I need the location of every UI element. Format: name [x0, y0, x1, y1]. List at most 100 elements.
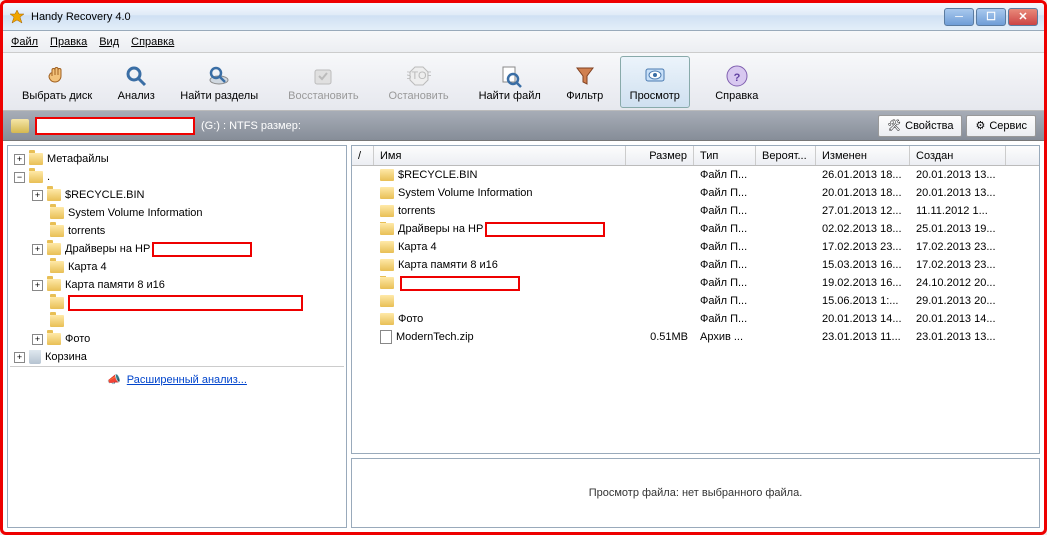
cell-created: 20.01.2013 14... [910, 313, 1006, 325]
col-slash[interactable]: / [352, 146, 374, 165]
file-list[interactable]: / Имя Размер Тип Вероят... Изменен Созда… [351, 145, 1040, 454]
tree-item-root[interactable]: −. [10, 168, 344, 186]
tree-item-drivers[interactable]: +Драйверы на HP [10, 240, 344, 258]
menu-file[interactable]: Файл [11, 36, 38, 48]
stop-button: STOP Остановить [380, 56, 458, 108]
folder-icon [29, 171, 43, 183]
find-file-icon [496, 62, 524, 90]
service-button[interactable]: ⚙ Сервис [966, 115, 1036, 137]
tree-item-metafiles[interactable]: +Метафайлы [10, 150, 344, 168]
redacted-box [485, 222, 605, 237]
folder-icon [380, 223, 394, 235]
find-file-button[interactable]: Найти файл [470, 56, 550, 108]
menu-edit[interactable]: Правка [50, 36, 87, 48]
select-disk-button[interactable]: Выбрать диск [13, 56, 101, 108]
file-name: System Volume Information [398, 187, 533, 199]
folder-icon [50, 225, 64, 237]
expand-icon[interactable]: + [32, 334, 43, 345]
cell-modified: 20.01.2013 14... [816, 313, 910, 325]
folder-icon [380, 313, 394, 325]
app-icon [9, 9, 25, 25]
list-row[interactable]: System Volume InformationФайл П...20.01.… [352, 184, 1039, 202]
svg-text:?: ? [733, 72, 740, 84]
folder-icon [380, 169, 394, 181]
tree-item-torrents[interactable]: torrents [10, 222, 344, 240]
cell-modified: 20.01.2013 18... [816, 187, 910, 199]
file-name: ModernTech.zip [396, 331, 474, 343]
expand-icon[interactable]: + [32, 190, 43, 201]
menu-view[interactable]: Вид [99, 36, 119, 48]
list-row[interactable]: $RECYCLE.BINФайл П...26.01.2013 18...20.… [352, 166, 1039, 184]
tree-item-blank[interactable] [10, 312, 344, 330]
col-size[interactable]: Размер [626, 146, 694, 165]
list-row[interactable]: ModernTech.zip0.51MBАрхив ...23.01.2013 … [352, 328, 1039, 346]
col-name[interactable]: Имя [374, 146, 626, 165]
menu-help[interactable]: Справка [131, 36, 174, 48]
window-title: Handy Recovery 4.0 [31, 11, 131, 23]
col-modified[interactable]: Изменен [816, 146, 910, 165]
find-partitions-button[interactable]: Найти разделы [171, 56, 267, 108]
minimize-button[interactable]: ─ [944, 8, 974, 26]
recover-button: Восстановить [279, 56, 367, 108]
list-row[interactable]: Карта 4Файл П...17.02.2013 23...17.02.20… [352, 238, 1039, 256]
file-name: $RECYCLE.BIN [398, 169, 477, 181]
folder-icon [380, 277, 394, 289]
col-prob[interactable]: Вероят... [756, 146, 816, 165]
cell-created: 20.01.2013 13... [910, 169, 1006, 181]
tree-item-redacted[interactable] [10, 294, 344, 312]
expand-icon[interactable]: + [14, 154, 25, 165]
cell-created: 25.01.2013 19... [910, 223, 1006, 235]
redacted-box [68, 295, 303, 311]
col-created[interactable]: Создан [910, 146, 1006, 165]
tree-item-recyclebin[interactable]: +Корзина [10, 348, 344, 366]
preview-button[interactable]: Просмотр [620, 56, 690, 108]
folder-icon [380, 241, 394, 253]
help-button[interactable]: ? Справка [702, 56, 772, 108]
drive-bar: (G:) : NTFS размер: 🛠 Свойства ⚙ Сервис [3, 111, 1044, 141]
tree-item-photo[interactable]: +Фото [10, 330, 344, 348]
gear-icon: ⚙ [975, 119, 985, 132]
expand-icon[interactable]: + [32, 280, 43, 291]
cell-type: Файл П... [694, 277, 756, 289]
expand-icon[interactable]: + [14, 352, 25, 363]
cell-type: Архив ... [694, 331, 756, 343]
collapse-icon[interactable]: − [14, 172, 25, 183]
list-row[interactable]: Фото Файл П... 20.01.2013 14...20.01.2013 … [352, 310, 1039, 328]
list-row[interactable]: Карта памяти 8 и16Файл П...15.03.2013 16… [352, 256, 1039, 274]
tree-item-recycle[interactable]: +$RECYCLE.BIN [10, 186, 344, 204]
folder-icon [29, 153, 43, 165]
folder-icon [47, 333, 61, 345]
cell-size: 0.51MB [626, 331, 694, 343]
cell-type: Файл П... [694, 169, 756, 181]
close-button[interactable]: ✕ [1008, 8, 1038, 26]
cell-type: Файл П... [694, 241, 756, 253]
file-name: Драйверы на HP [398, 223, 483, 235]
drive-label-redacted [35, 117, 195, 135]
folder-icon [47, 243, 61, 255]
magnifier-disk-icon [205, 62, 233, 90]
tree-item-card816[interactable]: +Карта памяти 8 и16 [10, 276, 344, 294]
folder-tree[interactable]: +Метафайлы −. +$RECYCLE.BIN System Volum… [7, 145, 347, 528]
list-row[interactable]: torrentsФайл П...27.01.2013 12...11.11.2… [352, 202, 1039, 220]
analyze-button[interactable]: Анализ [101, 56, 171, 108]
file-name: Фото [398, 313, 423, 325]
maximize-button[interactable]: ☐ [976, 8, 1006, 26]
properties-button[interactable]: 🛠 Свойства [878, 115, 962, 137]
col-type[interactable]: Тип [694, 146, 756, 165]
list-row[interactable]: Драйверы на HPФайл П...02.02.2013 18...2… [352, 220, 1039, 238]
expand-icon[interactable]: + [32, 244, 43, 255]
list-header: / Имя Размер Тип Вероят... Изменен Созда… [352, 146, 1039, 166]
advanced-analysis-link[interactable]: Расширенный анализ... [127, 374, 247, 386]
folder-icon [380, 259, 394, 271]
tree-item-svi[interactable]: System Volume Information [10, 204, 344, 222]
tree-item-card4[interactable]: Карта 4 [10, 258, 344, 276]
list-row[interactable]: Файл П... 19.02.2013 16...24.10.2012 20..… [352, 274, 1039, 292]
filter-button[interactable]: Фильтр [550, 56, 620, 108]
cell-created: 24.10.2012 20... [910, 277, 1006, 289]
cell-modified: 19.02.2013 16... [816, 277, 910, 289]
titlebar: Handy Recovery 4.0 ─ ☐ ✕ [3, 3, 1044, 31]
cell-type: Файл П... [694, 313, 756, 325]
list-row[interactable]: Файл П...15.06.2013 1:...29.01.2013 20..… [352, 292, 1039, 310]
menubar: Файл Правка Вид Справка [3, 31, 1044, 53]
toolbar: Выбрать диск Анализ Найти разделы Восста… [3, 53, 1044, 111]
